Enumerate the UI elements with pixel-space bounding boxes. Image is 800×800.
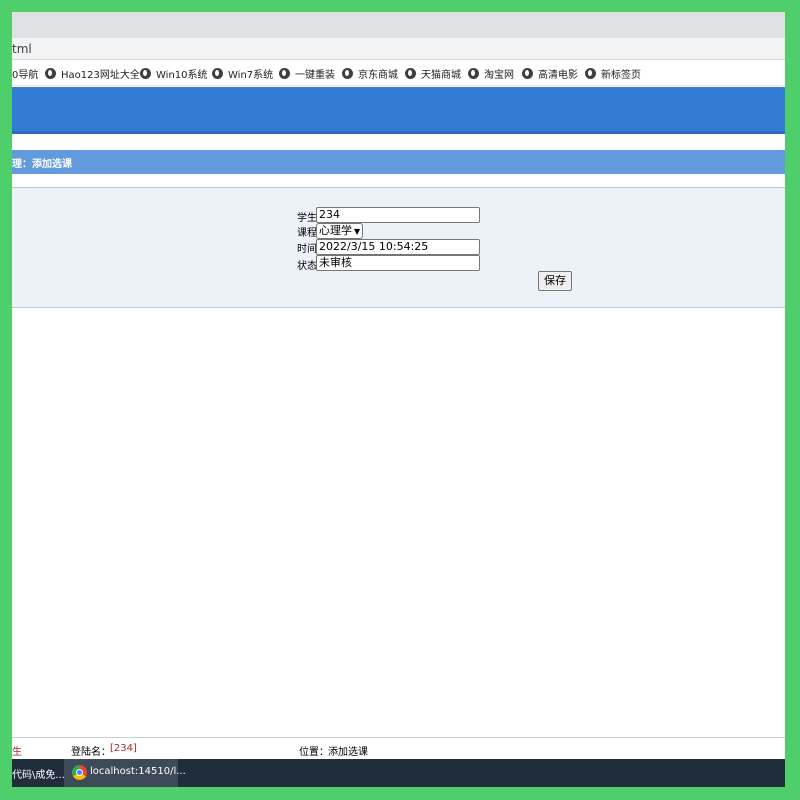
chevron-down-icon: ▼ [354, 227, 361, 236]
course-selected-value: 心理学 [319, 224, 352, 237]
taskbar: 代码\成免... localhost:14510/l... [12, 759, 785, 787]
screen: tml 0导航 Hao123网址大全 Win10系统 Win7系统 一键重装 京… [12, 12, 785, 787]
header-banner [12, 87, 785, 131]
bookmark-item[interactable]: 0导航 [12, 66, 38, 81]
bookmarks-bar: 0导航 Hao123网址大全 Win10系统 Win7系统 一键重装 京东商城 … [12, 60, 785, 86]
taskbar-item-label: localhost:14510/l... [90, 766, 186, 777]
bookmark-item[interactable]: 新标签页 [585, 66, 641, 81]
time-label: 时间 [297, 244, 317, 255]
bookmark-item[interactable]: 高清电影 [522, 66, 578, 81]
login-value: [234] [110, 743, 137, 754]
course-select[interactable]: 心理学 ▼ [316, 223, 364, 239]
save-button[interactable]: 保存 [538, 271, 572, 291]
taskbar-item[interactable]: 代码\成免... [12, 766, 65, 781]
globe-icon [585, 68, 596, 79]
add-course-form: 学生 234 课程 心理学 ▼ 时间 2022/3/15 10:54:25 状态 … [12, 187, 785, 308]
bookmark-item[interactable]: Hao123网址大全 [45, 66, 140, 81]
login-label: 登陆名： [71, 747, 111, 758]
time-input[interactable]: 2022/3/15 10:54:25 [316, 239, 480, 255]
page-title: 理：添加选课 [12, 159, 72, 170]
page-title-bar: 理：添加选课 [12, 150, 785, 174]
position-label: 位置： [299, 747, 329, 758]
student-label: 学生 [297, 213, 317, 224]
bookmark-label: 高清电影 [538, 70, 578, 81]
bookmark-item[interactable]: 京东商城 [342, 66, 398, 81]
bookmark-label: 天猫商城 [421, 70, 461, 81]
bookmark-label: 新标签页 [601, 70, 641, 81]
bookmark-item[interactable]: Win7系统 [212, 66, 273, 81]
status-label: 状态 [297, 261, 317, 272]
bookmark-label: Hao123网址大全 [61, 70, 140, 81]
bookmark-item[interactable]: 天猫商城 [405, 66, 461, 81]
taskbar-item-browser[interactable]: localhost:14510/l... [64, 759, 186, 787]
status-input[interactable]: 未审核 [316, 255, 480, 271]
bookmark-item[interactable]: 一键重装 [279, 66, 335, 81]
globe-icon [405, 68, 416, 79]
bookmark-label: Win10系统 [156, 70, 208, 81]
bookmark-item[interactable]: 淘宝网 [468, 66, 514, 81]
bookmark-label: 淘宝网 [484, 70, 514, 81]
address-bar[interactable]: tml [12, 38, 785, 60]
bookmark-label: 0导航 [12, 70, 39, 81]
header-divider [12, 131, 785, 134]
globe-icon [45, 68, 56, 79]
chrome-icon [72, 765, 87, 780]
position-value: 添加选课 [328, 747, 368, 758]
globe-icon [522, 68, 533, 79]
status-bar: 生 登陆名： [234] 位置： 添加选课 [12, 737, 785, 759]
course-label: 课程 [297, 228, 317, 239]
bookmark-item[interactable]: Win10系统 [140, 66, 208, 81]
globe-icon [279, 68, 290, 79]
globe-icon [140, 68, 151, 79]
user-role: 生 [12, 747, 22, 758]
address-text: tml [12, 42, 32, 56]
student-input[interactable]: 234 [316, 207, 480, 223]
browser-tab-strip [12, 12, 785, 38]
bookmark-label: 一键重装 [295, 70, 335, 81]
globe-icon [468, 68, 479, 79]
bookmark-label: 京东商城 [358, 70, 398, 81]
bookmark-label: Win7系统 [228, 70, 274, 81]
globe-icon [212, 68, 223, 79]
globe-icon [342, 68, 353, 79]
